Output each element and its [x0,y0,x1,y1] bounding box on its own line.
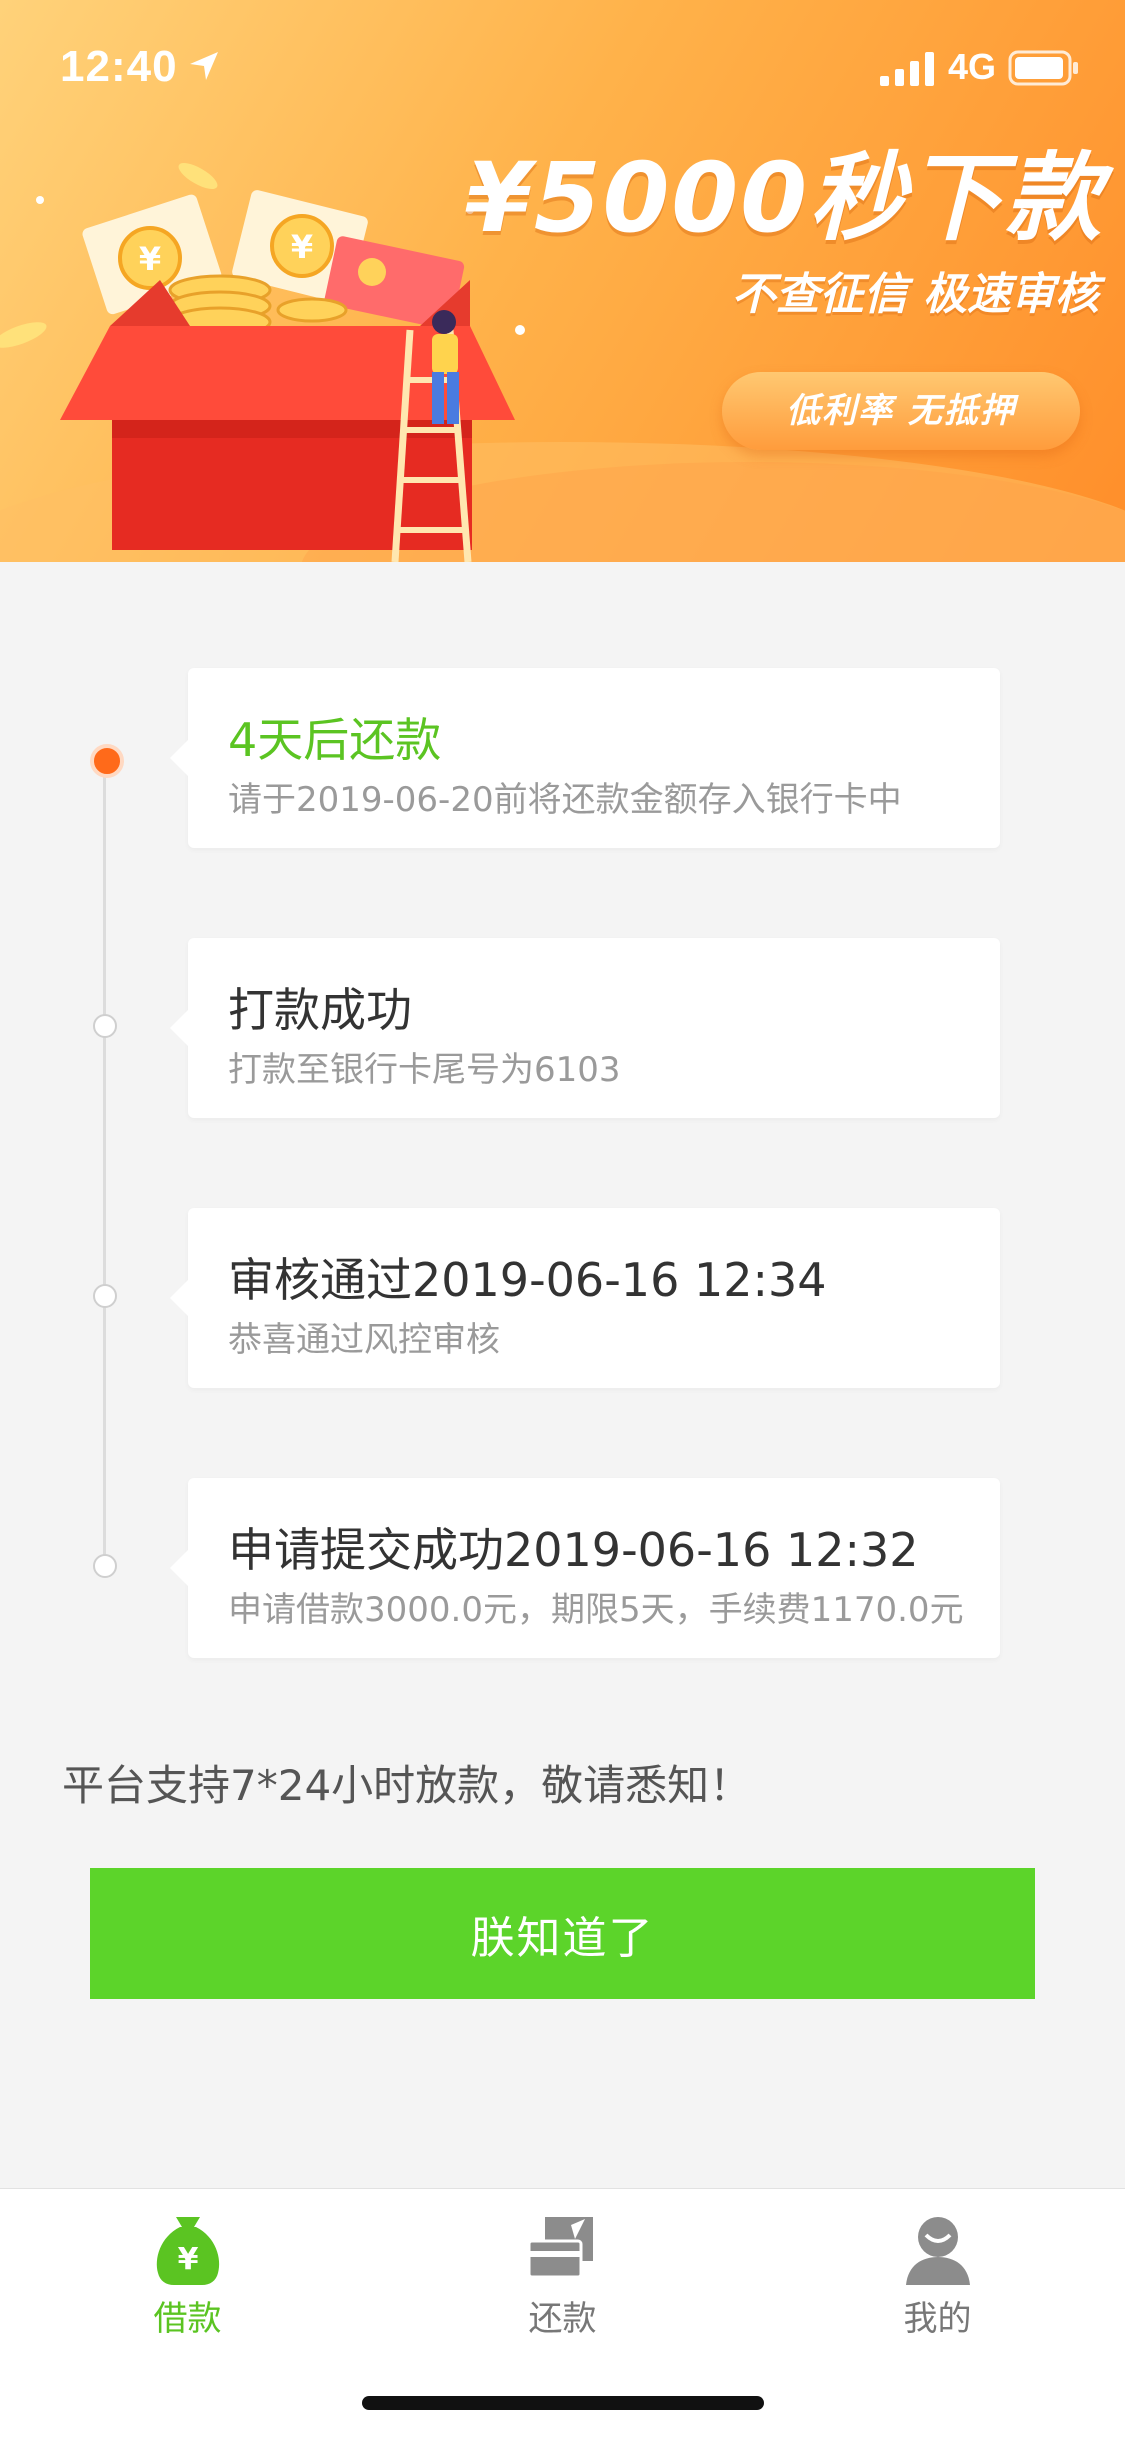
location-arrow-icon [190,52,218,80]
tab-mine[interactable]: 我的 [750,2189,1125,2349]
timeline-dot [93,1554,117,1578]
timeline-card: 申请提交成功2019-06-16 12:32 申请借款3000.0元，期限5天，… [170,1478,1000,1658]
battery-icon [1008,50,1078,86]
svg-text:¥: ¥ [178,2242,199,2277]
timeline-desc: 打款至银行卡尾号为6103 [228,1050,621,1090]
tab-label: 还款 [528,2299,597,2339]
timeline-title: 打款成功 [228,983,412,1037]
timeline-card: 审核通过2019-06-16 12:34 恭喜通过风控审核 [170,1208,1000,1388]
tab-repay[interactable]: 还款 [375,2189,750,2349]
card-repay-icon [527,2217,593,2279]
timeline-title: 申请提交成功2019-06-16 12:32 [228,1523,919,1577]
timeline-dot [93,1284,117,1308]
money-bag-icon: ¥ [156,2217,220,2285]
svg-text:¥: ¥ [139,240,161,278]
timeline-card: 4天后还款 请于2019-06-20前将还款金额存入银行卡中 [170,668,1000,848]
timeline-card: 打款成功 打款至银行卡尾号为6103 [170,938,1000,1118]
timeline-title: 审核通过2019-06-16 12:34 [228,1253,827,1307]
timeline-desc: 申请借款3000.0元，期限5天，手续费1170.0元 [228,1590,964,1630]
status-time: 12:40 [60,42,178,91]
tab-label: 我的 [903,2299,972,2339]
banner-pill-badge: 低利率 无抵押 [722,372,1080,450]
timeline-title: 4天后还款 [228,713,442,767]
svg-text:¥: ¥ [291,228,313,266]
acknowledge-button[interactable]: 朕知道了 [90,1868,1035,1999]
timeline-dot-active [90,744,124,778]
network-type: 4G [948,46,997,87]
user-icon [906,2217,970,2285]
notice-text: 平台支持7*24小时放款，敬请悉知！ [62,1761,752,1810]
timeline-desc: 恭喜通过风控审核 [228,1320,500,1360]
banner-subline: 不查征信 极速审核 [731,269,1099,320]
tab-borrow[interactable]: ¥ 借款 [0,2189,375,2349]
banner-headline: ¥5000秒下款 [465,142,1103,254]
home-indicator[interactable] [362,2396,764,2410]
signal-icon [880,52,934,86]
timeline-desc: 请于2019-06-20前将还款金额存入银行卡中 [228,780,902,820]
timeline-dot [93,1014,117,1038]
tab-label: 借款 [153,2299,222,2339]
promo-banner[interactable]: ¥ ¥ 12:40 4G ¥5000秒下款 不查征信 极速审核 低利率 无抵押 [0,0,1125,562]
status-bar: 12:40 4G [0,0,1125,132]
timeline-line [103,758,106,1566]
